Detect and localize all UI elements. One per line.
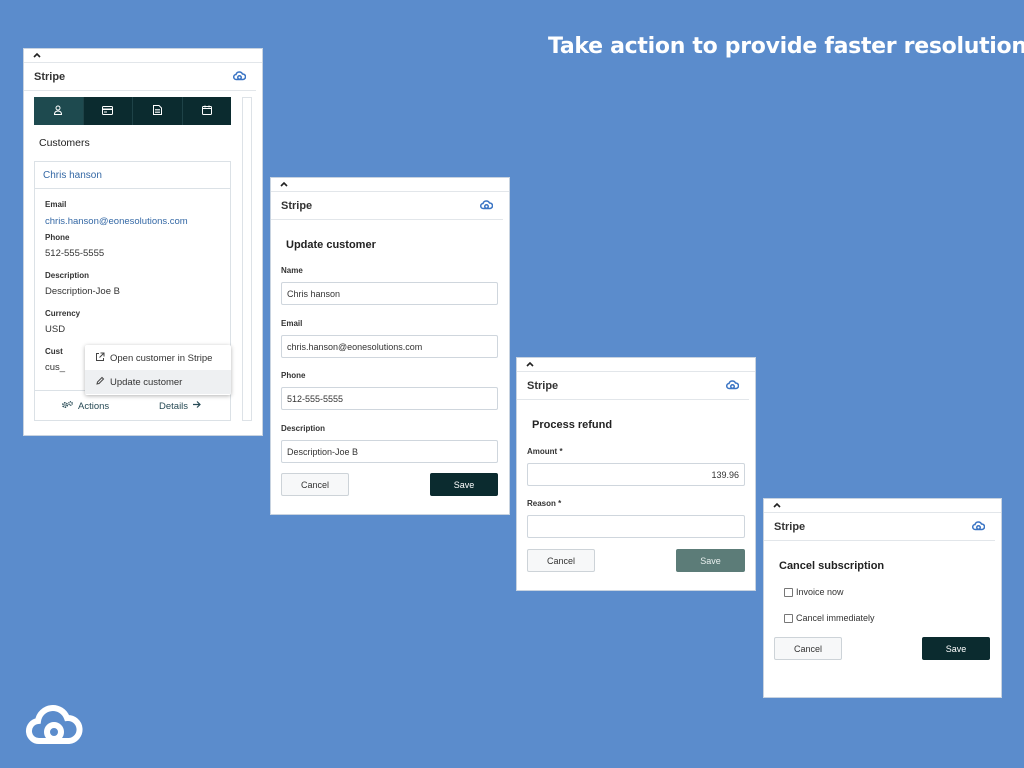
cloud-icon <box>726 377 740 395</box>
app-title: Stripe <box>774 520 806 533</box>
collapse-bar[interactable] <box>24 49 262 63</box>
email-label: Email <box>281 319 303 328</box>
pencil-icon <box>95 376 110 389</box>
collapse-bar[interactable] <box>517 358 755 372</box>
form-title: Cancel subscription <box>779 560 885 572</box>
cancel-immediately-label: Cancel immediately <box>796 613 875 623</box>
phone-input[interactable]: 512-555-5555 <box>281 387 498 410</box>
email-label: Email <box>45 200 67 209</box>
menu-item-label: Open customer in Stripe <box>110 352 213 364</box>
tab-bar <box>34 97 231 125</box>
email-input[interactable]: chris.hanson@eonesolutions.com <box>281 335 498 358</box>
process-refund-panel: Stripe Process refund Amount * 139.96 Re… <box>516 357 756 591</box>
external-link-icon <box>95 352 110 365</box>
menu-item-update-customer[interactable]: Update customer <box>85 370 231 394</box>
card-icon <box>102 102 114 120</box>
tab-subscriptions[interactable] <box>183 97 232 125</box>
amount-label: Amount * <box>527 447 563 456</box>
collapse-bar[interactable] <box>764 499 1001 513</box>
update-customer-panel: Stripe Update customer Name Chris hanson… <box>270 177 510 515</box>
cloud-icon <box>233 68 247 86</box>
phone-label: Phone <box>45 233 70 242</box>
email-value-link[interactable]: chris.hanson@eonesolutions.com <box>45 216 188 227</box>
save-button[interactable]: Save <box>922 637 990 660</box>
actions-label: Actions <box>78 401 110 412</box>
calendar-icon <box>201 102 212 120</box>
app-title: Stripe <box>281 199 313 212</box>
scrollbar[interactable] <box>242 97 252 421</box>
currency-label: Currency <box>45 309 81 318</box>
chevron-up-icon[interactable] <box>32 50 42 60</box>
actions-button[interactable]: Actions <box>61 400 109 413</box>
document-icon <box>152 102 162 120</box>
name-label: Name <box>281 266 303 275</box>
cancel-immediately-option[interactable]: Cancel immediately <box>784 613 875 623</box>
save-button[interactable]: Save <box>676 549 745 572</box>
chevron-up-icon[interactable] <box>525 359 535 369</box>
cancel-immediately-checkbox[interactable] <box>784 613 793 623</box>
cancel-button[interactable]: Cancel <box>774 637 842 660</box>
menu-item-open-in-stripe[interactable]: Open customer in Stripe <box>85 346 231 370</box>
description-label: Description <box>45 271 90 280</box>
app-title: Stripe <box>527 379 559 392</box>
user-icon <box>53 102 63 120</box>
form-title: Process refund <box>532 419 613 431</box>
customer-panel: Stripe Customers Chris hanson Email chri… <box>23 48 263 436</box>
gears-icon <box>61 400 74 413</box>
reason-input[interactable] <box>527 515 745 538</box>
phone-value: 512-555-5555 <box>45 248 105 259</box>
panel-header: Stripe <box>764 513 995 541</box>
menu-item-label: Update customer <box>110 376 183 388</box>
customer-id-value: cus_ <box>45 362 66 373</box>
cloud-icon <box>972 518 986 536</box>
collapse-bar[interactable] <box>271 178 509 192</box>
tab-payments[interactable] <box>84 97 133 125</box>
section-title: Customers <box>39 137 90 149</box>
cancel-button[interactable]: Cancel <box>281 473 349 496</box>
name-input[interactable]: Chris hanson <box>281 282 498 305</box>
description-label: Description <box>281 424 326 433</box>
arrow-right-icon <box>192 400 201 412</box>
chevron-up-icon[interactable] <box>279 179 289 189</box>
invoice-now-option[interactable]: Invoice now <box>784 587 844 597</box>
details-label: Details <box>159 400 189 412</box>
app-title: Stripe <box>34 70 66 83</box>
chevron-up-icon[interactable] <box>772 500 782 510</box>
invoice-now-label: Invoice now <box>796 587 844 597</box>
cloud-icon <box>480 197 494 215</box>
form-title: Update customer <box>286 239 376 251</box>
phone-label: Phone <box>281 371 306 380</box>
description-input[interactable]: Description-Joe B <box>281 440 498 463</box>
save-button[interactable]: Save <box>430 473 498 496</box>
tab-customers[interactable] <box>34 97 84 125</box>
panel-header: Stripe <box>24 63 256 91</box>
customer-name-link[interactable]: Chris hanson <box>35 162 230 189</box>
invoice-now-checkbox[interactable] <box>784 587 793 597</box>
actions-menu: Open customer in Stripe Update customer <box>85 345 231 395</box>
tab-invoices[interactable] <box>133 97 183 125</box>
currency-value: USD <box>45 324 66 335</box>
reason-label: Reason * <box>527 499 562 508</box>
headline: Take action to provide faster resolution… <box>548 34 1024 59</box>
cancel-button[interactable]: Cancel <box>527 549 595 572</box>
cancel-subscription-panel: Stripe Cancel subscription Invoice now C… <box>763 498 1002 698</box>
panel-header: Stripe <box>517 372 749 400</box>
amount-input[interactable]: 139.96 <box>527 463 745 486</box>
panel-header: Stripe <box>271 192 503 220</box>
brand-logo <box>25 705 83 745</box>
description-value: Description-Joe B <box>45 286 120 297</box>
details-button[interactable]: Details <box>159 400 201 412</box>
customer-id-label: Cust <box>45 347 63 356</box>
